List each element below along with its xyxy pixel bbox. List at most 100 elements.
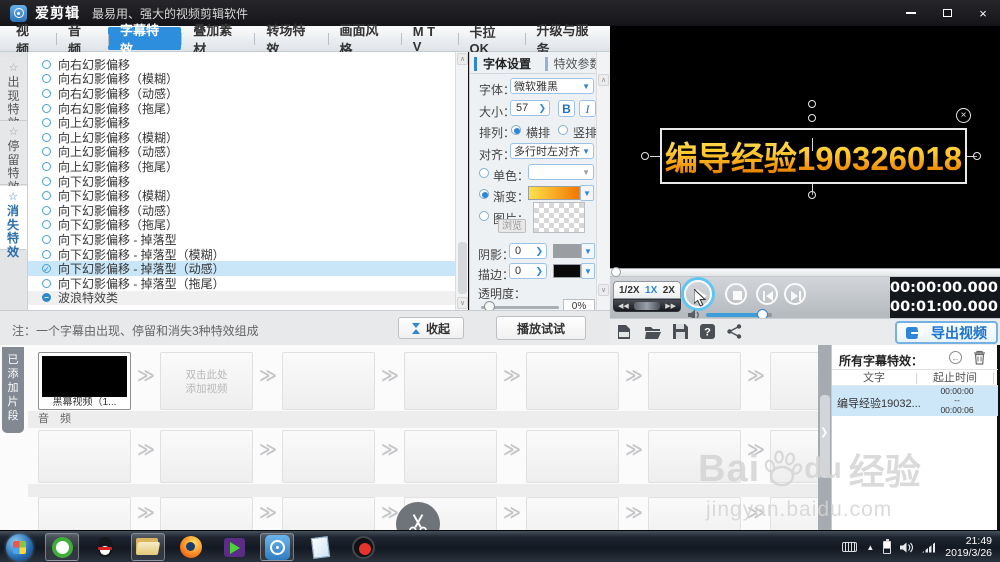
empty-clip-slot[interactable] [526,497,619,530]
undo-icon[interactable]: ← [949,351,962,364]
effect-item[interactable]: 向下幻影偏移 - 掉落型 [28,232,455,247]
effect-item[interactable]: 向上幻影偏移 [28,115,455,130]
menu-tab-9[interactable]: 升级与服务 [524,23,610,57]
image-fill-radio[interactable] [479,211,489,221]
empty-clip-slot[interactable] [770,497,818,530]
effect-item[interactable]: 向下幻影偏移（动感） [28,203,455,218]
close-button[interactable]: × [972,4,994,22]
font-size-spinner[interactable]: 57 ❯ [510,100,550,116]
scrollbar-thumb[interactable] [458,242,467,294]
empty-clip-slot[interactable] [160,430,253,483]
scroll-down-icon[interactable]: ∨ [598,284,609,296]
rotate-handle[interactable] [808,100,816,108]
empty-clip-slot[interactable] [526,352,619,410]
effect-item[interactable]: 向下幻影偏移 - 掉落型（拖尾） [28,276,455,291]
empty-clip-slot[interactable] [38,430,131,483]
solid-color-dropdown[interactable]: ▼ [528,164,594,180]
browse-button[interactable]: 浏览 [498,219,526,233]
empty-clip-slot[interactable] [38,497,131,530]
gradient-dropdown-icon[interactable]: ▼ [580,185,594,201]
trash-icon[interactable] [973,350,986,365]
splitter-arrow-icon[interactable]: ❯ [820,427,828,438]
next-frame-button[interactable] [784,283,806,305]
top-handle[interactable] [808,114,816,122]
seek-handle[interactable] [611,267,621,277]
scroll-up-icon[interactable]: ∧ [598,74,609,86]
bold-button[interactable]: B [558,100,575,117]
effect-item[interactable]: 向上幻影偏移（拖尾） [28,159,455,174]
shadow-color-swatch[interactable] [553,244,581,258]
open-project-icon[interactable] [644,324,662,340]
help-icon[interactable]: ? [700,324,715,339]
outline-color-swatch[interactable] [553,264,581,278]
seek-bar[interactable] [610,268,1000,277]
tab-font-settings[interactable]: 字体设置 [470,54,541,73]
speaker-tray-icon[interactable] [900,542,914,553]
hd-export-icon[interactable] [616,324,632,340]
add-video-placeholder[interactable]: 双击此处 添加视频 [160,352,253,410]
right-handle[interactable] [973,152,981,160]
save-project-icon[interactable] [673,324,688,339]
horizontal-radio[interactable] [511,125,521,135]
category-tab-1[interactable]: ☆出现特效 [0,57,27,129]
video-preview[interactable]: 编导经验190326018 × [610,26,1000,268]
menu-tab-6[interactable]: 画面风格 [327,23,401,57]
empty-clip-slot[interactable] [404,352,497,410]
play-test-button[interactable]: 播放试试 [496,316,586,340]
scroll-down-icon[interactable]: ∨ [457,297,468,309]
effect-item[interactable]: ✓ 向下幻影偏移 - 掉落型（动感） [28,261,455,276]
empty-clip-slot[interactable] [160,497,253,530]
show-hidden-icons[interactable]: ▲ [866,543,874,552]
effect-item[interactable]: 向下幻影偏移 - 掉落型（模糊） [28,247,455,262]
previous-frame-button[interactable] [756,283,778,305]
subtitle-row[interactable]: 编导经验19032... 00:00:00 -- 00:00:06 [832,386,998,416]
remove-subtitle-icon[interactable]: × [956,108,971,123]
shadow-spinner[interactable]: 0 ❯ [509,243,547,259]
screen-recorder-button[interactable] [346,533,380,561]
menu-tab-3[interactable]: 字幕特效 [108,23,182,57]
stop-button[interactable] [725,283,747,305]
menu-tab-5[interactable]: 转场特效 [254,23,327,57]
menu-tab-2[interactable]: 音 频 [56,23,108,57]
panel-splitter[interactable]: ❯ [818,345,831,530]
effect-item[interactable]: 向右幻影偏移（动感） [28,86,455,101]
effect-category-row[interactable]: − 波浪特效类 [28,290,455,305]
media-player-button[interactable] [217,533,251,561]
notepad-button[interactable] [303,533,337,561]
bottom-handle[interactable] [808,191,816,199]
file-explorer-button[interactable] [131,533,165,561]
empty-clip-slot[interactable] [648,352,741,410]
empty-clip-slot[interactable] [648,497,741,530]
vertical-radio[interactable] [558,125,568,135]
category-tab-3[interactable]: ☆ 消失特效 [0,186,27,258]
left-handle[interactable] [641,152,649,160]
effect-item[interactable]: 向下幻影偏移 [28,174,455,189]
effect-item[interactable]: 向上幻影偏移（动感） [28,145,455,159]
empty-clip-slot[interactable] [770,352,818,410]
keyboard-tray-icon[interactable] [842,542,858,552]
subtitle-selection-box[interactable]: 编导经验190326018 [660,128,967,184]
menu-tab-7[interactable]: M T V [400,24,458,54]
outline-dropdown-icon[interactable]: ▼ [581,263,595,279]
jog-knob[interactable] [634,301,660,310]
clip-thumbnail[interactable]: 黑幕视频（1... [38,352,131,410]
empty-clip-slot[interactable] [770,430,818,483]
outline-spinner[interactable]: 0 ❯ [509,263,547,279]
speed-1x[interactable]: 1X [645,285,657,296]
horizontal-label[interactable]: 横排 [526,124,550,141]
scroll-up-icon[interactable]: ∧ [457,53,468,65]
browser-360-button[interactable] [45,533,79,561]
empty-clip-slot[interactable] [282,352,375,410]
category-tab-2[interactable]: ☆停留特效 [0,121,27,193]
empty-clip-slot[interactable] [526,430,619,483]
effect-list-scrollbar[interactable]: ∧ ∨ [455,52,468,310]
empty-clip-slot[interactable] [282,430,375,483]
network-icon[interactable] [922,541,937,553]
start-button[interactable] [2,533,36,561]
speed-half[interactable]: 1/2X [619,285,640,296]
effect-item[interactable]: 向右幻影偏移（拖尾） [28,101,455,116]
shadow-dropdown-icon[interactable]: ▼ [581,243,595,259]
effect-item[interactable]: 向右幻影偏移（模糊） [28,72,455,86]
empty-clip-slot[interactable] [404,430,497,483]
solid-color-radio[interactable] [479,168,489,178]
